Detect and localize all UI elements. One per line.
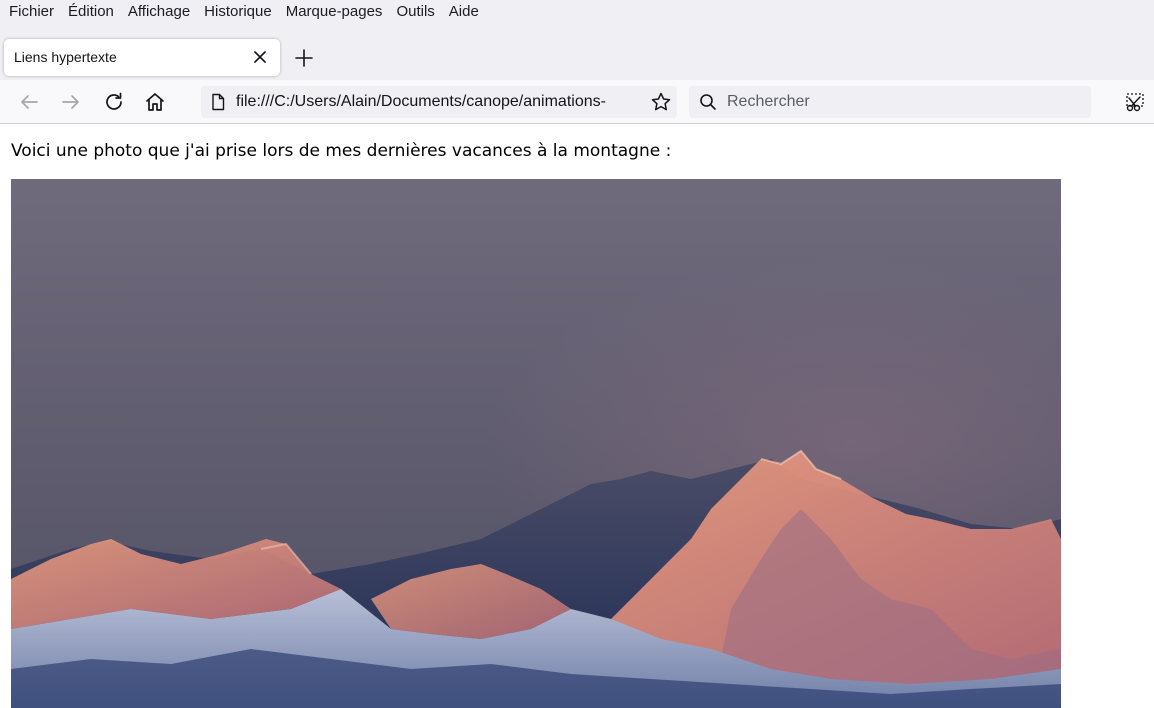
search-bar[interactable] bbox=[689, 86, 1091, 118]
url-text[interactable]: file:///C:/Users/Alain/Documents/canope/… bbox=[236, 93, 644, 111]
page-icon[interactable] bbox=[209, 93, 227, 111]
arrow-left-icon[interactable] bbox=[17, 90, 41, 114]
menu-marque-pages[interactable]: Marque-pages bbox=[279, 0, 390, 24]
menu-fichier[interactable]: Fichier bbox=[2, 0, 61, 24]
home-icon[interactable] bbox=[143, 90, 167, 114]
menu-outils[interactable]: Outils bbox=[389, 0, 441, 24]
menu-affichage[interactable]: Affichage bbox=[121, 0, 197, 24]
arrow-right-icon[interactable] bbox=[59, 90, 83, 114]
reload-icon[interactable] bbox=[102, 90, 126, 114]
menu-aide[interactable]: Aide bbox=[442, 0, 486, 24]
page-content: Voici une photo que j'ai prise lors de m… bbox=[0, 125, 1154, 708]
screenshot-icon[interactable] bbox=[1124, 91, 1146, 113]
menu-bar: Fichier Édition Affichage Historique Mar… bbox=[0, 0, 1154, 24]
menu-edition[interactable]: Édition bbox=[61, 0, 121, 24]
search-icon bbox=[699, 93, 717, 111]
intro-text: Voici une photo que j'ai prise lors de m… bbox=[11, 141, 672, 161]
tab-strip: Liens hypertexte bbox=[0, 24, 1154, 80]
search-input[interactable] bbox=[727, 91, 1077, 113]
star-icon[interactable] bbox=[650, 91, 672, 113]
mountain-photo bbox=[11, 179, 1061, 708]
tab-liens-hypertexte[interactable]: Liens hypertexte bbox=[4, 39, 280, 76]
url-bar[interactable]: file:///C:/Users/Alain/Documents/canope/… bbox=[201, 86, 677, 118]
menu-historique[interactable]: Historique bbox=[197, 0, 279, 24]
plus-icon[interactable] bbox=[292, 46, 316, 70]
tab-title: Liens hypertexte bbox=[14, 49, 117, 65]
close-icon[interactable] bbox=[250, 47, 270, 67]
navigation-toolbar: file:///C:/Users/Alain/Documents/canope/… bbox=[0, 80, 1154, 124]
